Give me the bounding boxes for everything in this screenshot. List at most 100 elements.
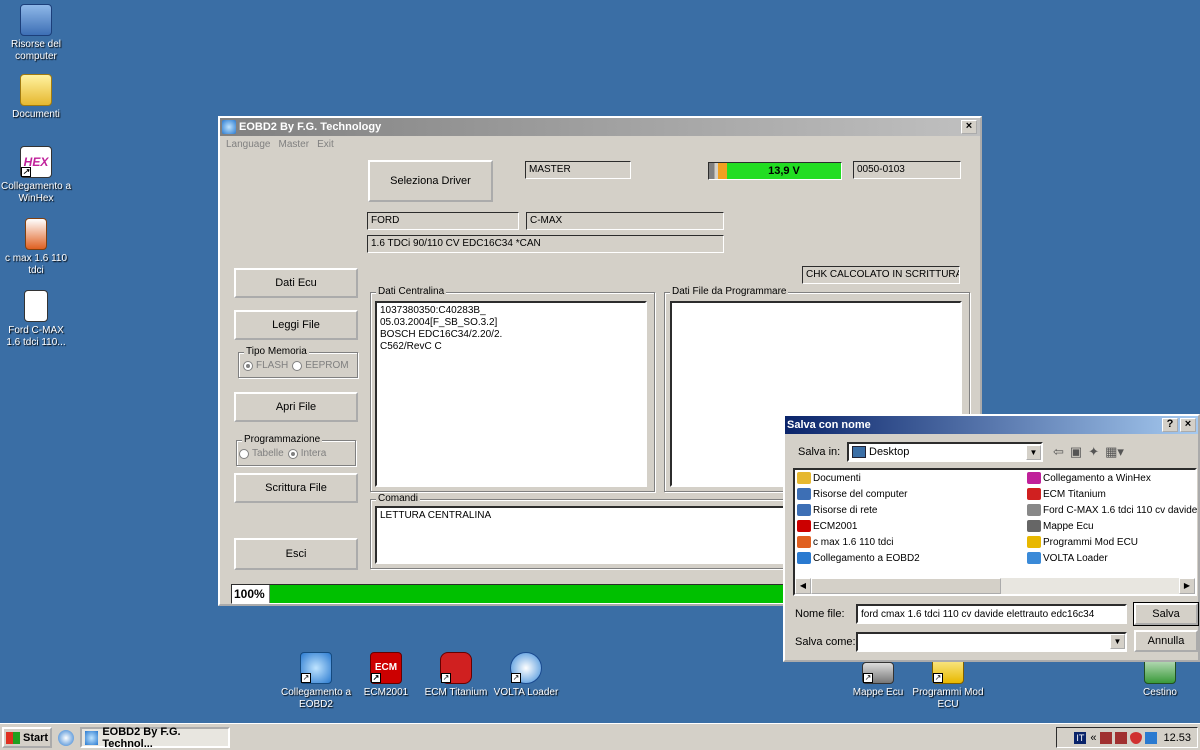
dialog-title: Salva con nome: [787, 419, 871, 431]
new-folder-icon[interactable]: ✦: [1088, 444, 1099, 460]
taskbar-eobd2-item[interactable]: EOBD2 By F.G. Technol...: [80, 726, 230, 750]
start-button[interactable]: Start: [2, 727, 52, 748]
clock: 12.53: [1163, 731, 1191, 744]
save-dialog-titlebar[interactable]: Salva con nome ? ×: [785, 416, 1198, 434]
eeprom-radio[interactable]: EEPROM: [292, 360, 349, 371]
network-icon[interactable]: [1115, 731, 1128, 744]
desktop-icon-ecm-titanium[interactable]: ↗ ECM Titanium: [420, 652, 492, 699]
dati-line: BOSCH EDC16C34/2.20/2.: [380, 329, 503, 340]
system-tray: IT « 12.53: [1056, 727, 1198, 748]
file-list-item[interactable]: Programmi Mod ECU: [1027, 536, 1138, 548]
scroll-left-button[interactable]: ◀: [795, 578, 811, 594]
ecm2001-icon: ECM ↗: [370, 652, 402, 684]
file-list-item[interactable]: Documenti: [797, 472, 861, 484]
monitor-icon[interactable]: [1145, 731, 1158, 744]
esci-button[interactable]: Esci: [234, 538, 358, 570]
radio-dot: [243, 360, 253, 371]
back-icon[interactable]: ⇦: [1053, 444, 1064, 460]
desktop-icon-risorse[interactable]: Risorse del computer: [0, 4, 72, 63]
seleziona-driver-button[interactable]: Seleziona Driver: [368, 160, 493, 202]
file-list-item-label: Collegamento a WinHex: [1043, 472, 1151, 484]
desktop-icon-label: Documenti: [12, 109, 60, 120]
network-icon[interactable]: [1100, 731, 1113, 744]
menu-exit[interactable]: Exit: [317, 139, 334, 150]
apri-file-button[interactable]: Apri File: [234, 392, 358, 422]
dati-file-label: Dati File da Programmare: [670, 286, 789, 297]
file-icon: [797, 472, 811, 484]
file-icon: [1027, 536, 1041, 548]
desktop-icon-volta[interactable]: ↗ VOLTA Loader: [490, 652, 562, 699]
file-list-item[interactable]: Risorse del computer: [797, 488, 907, 500]
help-button[interactable]: ?: [1162, 418, 1178, 432]
view-menu-icon[interactable]: ▦▾: [1105, 444, 1124, 460]
desktop-icon-ford[interactable]: Ford C-MAX 1.6 tdci 110...: [0, 290, 72, 349]
file-list-item[interactable]: Ford C-MAX 1.6 tdci 110 cv davide: [1027, 504, 1197, 516]
salva-come-dropdown[interactable]: ▼: [856, 632, 1127, 652]
file-list-item-label: Programmi Mod ECU: [1043, 536, 1139, 548]
tabelle-radio[interactable]: Tabelle: [239, 448, 284, 459]
eobd2-titlebar[interactable]: EOBD2 By F.G. Technology ×: [220, 118, 980, 136]
comandi-label: Comandi: [376, 493, 421, 504]
desktop-icon-documenti[interactable]: Documenti: [0, 74, 72, 121]
file-list-item[interactable]: ECM Titanium: [1027, 488, 1106, 500]
file-list-item[interactable]: Risorse di rete: [797, 504, 877, 516]
desktop-icon-ecm2001[interactable]: ECM ↗ ECM2001: [350, 652, 422, 699]
up-folder-icon[interactable]: ▣: [1070, 444, 1082, 460]
version-field: 0050-0103: [853, 161, 961, 179]
salva-come-value: [858, 634, 1110, 650]
file-icon: [1027, 488, 1041, 500]
file-list-item-label: ECM2001: [813, 520, 858, 532]
dati-ecu-button[interactable]: Dati Ecu: [234, 268, 358, 298]
file-list-item[interactable]: Collegamento a EOBD2: [797, 552, 920, 564]
close-button[interactable]: ×: [961, 120, 977, 134]
eobd2-icon: ↗: [300, 652, 332, 684]
chevron-down-icon[interactable]: ▼: [1026, 444, 1041, 460]
menu-master[interactable]: Master: [279, 139, 310, 150]
file-list-item[interactable]: Mappe Ecu: [1027, 520, 1094, 532]
desktop-icon-label: ECM2001: [363, 687, 409, 698]
shield-icon[interactable]: [1130, 731, 1143, 744]
desktop-icon: [852, 446, 866, 458]
intera-radio[interactable]: Intera: [287, 448, 326, 459]
file-list-item[interactable]: ECM2001: [797, 520, 857, 532]
desktop-icon-label: Cestino: [1143, 687, 1177, 698]
leggi-file-button[interactable]: Leggi File: [234, 310, 358, 340]
scroll-thumb[interactable]: [811, 578, 1001, 594]
file-list-item[interactable]: c max 1.6 110 tdci: [797, 536, 893, 548]
desktop-icon-label: Collegamento a WinHex: [0, 181, 72, 204]
file-icon: [1027, 504, 1041, 516]
ecm-titanium-icon: ↗: [440, 652, 472, 684]
file-list-item-label: Collegamento a EOBD2: [813, 552, 920, 564]
desktop-icon-winhex[interactable]: HEX ↗ Collegamento a WinHex: [0, 146, 72, 205]
scroll-right-button[interactable]: ▶: [1179, 578, 1195, 594]
salva-button[interactable]: Salva: [1133, 602, 1199, 626]
voltage-indicator: 13,9 V: [708, 162, 842, 180]
document-icon: [24, 290, 48, 322]
desktop-icon-cmax[interactable]: c max 1.6 110 tdci: [0, 218, 72, 277]
file-list-item[interactable]: VOLTA Loader: [1027, 552, 1108, 564]
dati-centralina-text[interactable]: 1037380350:C40283B_ 05.03.2004[F_SB_SO.3…: [375, 301, 647, 487]
chevron-down-icon[interactable]: ▼: [1110, 634, 1125, 649]
dati-line: 05.03.2004[F_SB_SO.3.2]: [380, 317, 498, 328]
master-field: MASTER: [525, 161, 631, 179]
annulla-button[interactable]: Annulla: [1134, 630, 1198, 652]
flash-radio[interactable]: FLASH: [243, 360, 288, 371]
radio-dot: [292, 360, 303, 371]
scrittura-file-button[interactable]: Scrittura File: [234, 473, 358, 503]
tabelle-label: Tabelle: [252, 448, 284, 459]
nome-file-input[interactable]: ford cmax 1.6 tdci 110 cv davide elettra…: [856, 604, 1127, 624]
language-indicator[interactable]: IT: [1074, 731, 1087, 744]
dialog-close-button[interactable]: ×: [1180, 418, 1196, 432]
desktop-icon-label: Collegamento a EOBD2: [280, 687, 352, 710]
eobd2-app-icon: [85, 730, 99, 745]
salva-in-value: Desktop: [869, 446, 910, 458]
menu-language[interactable]: Language: [226, 139, 271, 150]
tray-expand-icon[interactable]: «: [1090, 732, 1096, 744]
file-icon: [797, 504, 811, 516]
archive-icon: [25, 218, 47, 250]
file-list-item[interactable]: Collegamento a WinHex: [1027, 472, 1151, 484]
salva-in-dropdown[interactable]: Desktop ▼: [847, 442, 1043, 462]
ie-quicklaunch-icon[interactable]: [58, 730, 74, 746]
desktop-icon-eobd2[interactable]: ↗ Collegamento a EOBD2: [280, 652, 352, 711]
horizontal-scrollbar[interactable]: ◀ ▶: [795, 578, 1195, 594]
